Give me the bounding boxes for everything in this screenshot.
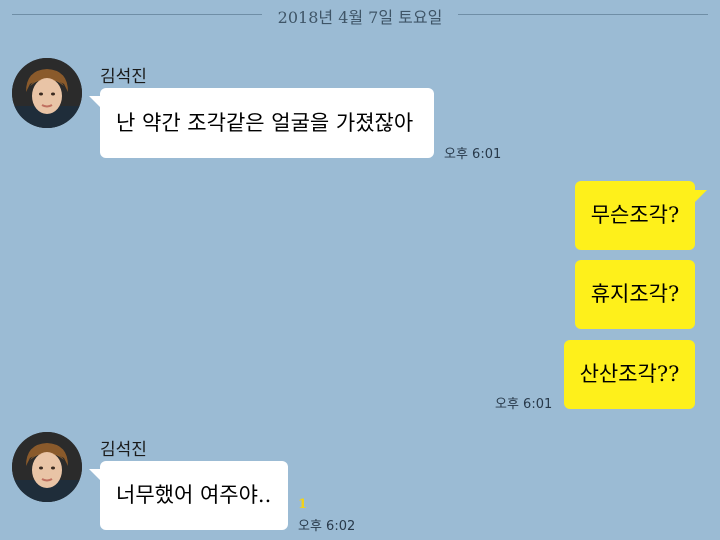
message-bubble-outgoing[interactable]: 휴지조각? bbox=[575, 260, 695, 329]
profile-avatar-icon bbox=[12, 58, 82, 128]
sender-name: 김석진 bbox=[100, 440, 147, 460]
message-text: 너무했어 여주야.. bbox=[116, 483, 272, 507]
divider-line-right bbox=[458, 14, 708, 15]
date-text: 2018년 4월 7일 토요일 bbox=[277, 8, 443, 27]
sender-name: 김석진 bbox=[100, 67, 147, 87]
message-time: 오후 6:02 bbox=[298, 519, 356, 534]
unread-count: 1 bbox=[298, 497, 308, 512]
message-text: 난 약간 조각같은 얼굴을 가졌잖아 bbox=[116, 110, 414, 135]
message-bubble-incoming[interactable]: 너무했어 여주야.. bbox=[100, 461, 288, 530]
divider-line-left bbox=[12, 14, 262, 15]
sender-avatar[interactable] bbox=[12, 432, 82, 502]
message-time: 오후 6:01 bbox=[444, 147, 502, 162]
message-text: 무슨조각? bbox=[590, 203, 680, 227]
message-text: 휴지조각? bbox=[590, 282, 680, 306]
date-divider: 2018년 4월 7일 토요일 bbox=[0, 0, 720, 32]
message-time: 오후 6:01 bbox=[495, 397, 553, 412]
message-bubble-outgoing[interactable]: 무슨조각? bbox=[575, 181, 695, 250]
bubble-tail bbox=[695, 190, 707, 202]
sender-avatar[interactable] bbox=[12, 58, 82, 128]
message-bubble-incoming[interactable]: 난 약간 조각같은 얼굴을 가졌잖아 bbox=[100, 88, 434, 158]
message-bubble-outgoing[interactable]: 산산조각?? bbox=[564, 340, 695, 409]
message-text: 산산조각?? bbox=[579, 362, 680, 386]
profile-avatar-icon bbox=[12, 432, 82, 502]
